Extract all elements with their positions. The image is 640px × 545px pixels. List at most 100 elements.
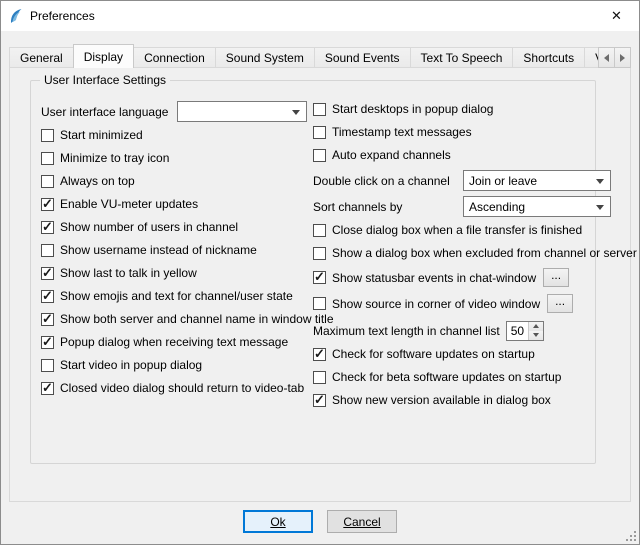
desktops-popup-checkbox[interactable] xyxy=(313,103,326,116)
cancel-button[interactable]: Cancel xyxy=(327,510,397,533)
app-logo-icon xyxy=(8,8,24,24)
tab-scroller xyxy=(599,47,631,68)
timestamp-checkbox[interactable] xyxy=(313,126,326,139)
language-row: User interface language xyxy=(41,101,334,122)
max-text-length-spinbox[interactable]: 50 xyxy=(506,321,544,341)
window-title-checkbox[interactable] xyxy=(41,313,54,326)
always-on-top-checkbox[interactable] xyxy=(41,175,54,188)
window-title: Preferences xyxy=(30,9,95,23)
tab-text-to-speech[interactable]: Text To Speech xyxy=(410,47,514,68)
updates-checkbox[interactable] xyxy=(313,348,326,361)
checkbox-row[interactable]: Show new version available in dialog box xyxy=(313,392,637,408)
tab-sound-events[interactable]: Sound Events xyxy=(314,47,411,68)
checkbox-row[interactable]: Start desktops in popup dialog xyxy=(313,101,637,117)
preferences-dialog: Preferences ✕ General Display Connection… xyxy=(0,0,640,545)
sort-channels-combobox[interactable]: Ascending xyxy=(463,196,611,217)
checkbox-row[interactable]: Start video in popup dialog xyxy=(41,357,334,373)
auto-expand-checkbox[interactable] xyxy=(313,149,326,162)
language-label: User interface language xyxy=(41,105,177,119)
checkbox-row[interactable]: Closed video dialog should return to vid… xyxy=(41,380,334,396)
max-text-length-row: Maximum text length in channel list 50 xyxy=(313,320,637,341)
checkbox-row[interactable]: Show emojis and text for channel/user st… xyxy=(41,288,334,304)
start-minimized-checkbox[interactable] xyxy=(41,129,54,142)
checkbox-row[interactable]: Close dialog box when a file transfer is… xyxy=(313,222,637,238)
tab-general[interactable]: General xyxy=(9,47,74,68)
excluded-dialog-checkbox[interactable] xyxy=(313,247,326,260)
chevron-down-icon xyxy=(596,179,604,184)
new-version-checkbox[interactable] xyxy=(313,394,326,407)
checkbox-row[interactable]: Enable VU-meter updates xyxy=(41,196,334,212)
last-to-talk-checkbox[interactable] xyxy=(41,267,54,280)
minimize-to-tray-checkbox[interactable] xyxy=(41,152,54,165)
tab-bar: General Display Connection Sound System … xyxy=(9,44,631,68)
spin-buttons xyxy=(528,322,543,340)
arrow-left-icon xyxy=(604,54,609,62)
statusbar-events-row: Show statusbar events in chat-window ... xyxy=(313,268,637,287)
double-click-label: Double click on a channel xyxy=(313,174,463,188)
arrow-down-icon xyxy=(533,333,539,337)
language-combobox[interactable] xyxy=(177,101,307,122)
tab-sound-system[interactable]: Sound System xyxy=(215,47,315,68)
ok-button[interactable]: Ok xyxy=(243,510,313,533)
left-column: User interface language Start minimized … xyxy=(41,101,334,403)
emojis-checkbox[interactable] xyxy=(41,290,54,303)
checkbox-row[interactable]: Minimize to tray icon xyxy=(41,150,334,166)
checkbox-row[interactable]: Popup dialog when receiving text message xyxy=(41,334,334,350)
beta-updates-checkbox[interactable] xyxy=(313,371,326,384)
spin-up-button[interactable] xyxy=(529,322,543,331)
sort-channels-label: Sort channels by xyxy=(313,200,463,214)
dialog-buttons: Ok Cancel xyxy=(1,510,639,533)
checkbox-row[interactable]: Show number of users in channel xyxy=(41,219,334,235)
checkbox-row[interactable]: Check for beta software updates on start… xyxy=(313,369,637,385)
right-column: Start desktops in popup dialog Timestamp… xyxy=(313,101,637,415)
tab-display[interactable]: Display xyxy=(73,44,134,68)
checkbox-row[interactable]: Auto expand channels xyxy=(313,147,637,163)
video-source-options-button[interactable]: ... xyxy=(547,294,573,313)
max-text-length-value: 50 xyxy=(507,324,528,338)
tab-scroll-left-button[interactable] xyxy=(598,47,615,68)
title-bar[interactable]: Preferences ✕ xyxy=(1,1,639,31)
checkbox-row[interactable]: Show last to talk in yellow xyxy=(41,265,334,281)
arrow-right-icon xyxy=(620,54,625,62)
resize-grip[interactable] xyxy=(624,529,637,542)
checkbox-row[interactable]: Show a dialog box when excluded from cha… xyxy=(313,245,637,261)
video-source-checkbox[interactable] xyxy=(313,297,326,310)
close-button[interactable]: ✕ xyxy=(594,1,639,30)
checkbox-row[interactable]: Always on top xyxy=(41,173,334,189)
sort-channels-value: Ascending xyxy=(469,200,525,214)
checkbox-row[interactable]: Show username instead of nickname xyxy=(41,242,334,258)
spin-down-button[interactable] xyxy=(529,331,543,340)
display-tab-pane: User Interface Settings User interface l… xyxy=(9,67,631,502)
chevron-down-icon xyxy=(292,110,300,115)
max-text-length-label: Maximum text length in channel list xyxy=(313,324,500,338)
group-title: User Interface Settings xyxy=(40,73,170,87)
checkbox-row[interactable]: Show both server and channel name in win… xyxy=(41,311,334,327)
sort-channels-row: Sort channels by Ascending xyxy=(313,196,637,217)
checkbox-row[interactable]: Check for software updates on startup xyxy=(313,346,637,362)
statusbar-events-checkbox[interactable] xyxy=(313,271,326,284)
ellipsis-icon: ... xyxy=(555,297,565,305)
tab-shortcuts[interactable]: Shortcuts xyxy=(512,47,585,68)
checkbox-row[interactable]: Timestamp text messages xyxy=(313,124,637,140)
tab-strip: General Display Connection Sound System … xyxy=(9,44,605,68)
file-transfer-close-checkbox[interactable] xyxy=(313,224,326,237)
tab-scroll-right-button[interactable] xyxy=(614,47,631,68)
tab-connection[interactable]: Connection xyxy=(133,47,216,68)
arrow-up-icon xyxy=(533,324,539,328)
ellipsis-icon: ... xyxy=(551,271,561,279)
statusbar-events-options-button[interactable]: ... xyxy=(543,268,569,287)
checkbox-row[interactable]: Start minimized xyxy=(41,127,334,143)
chevron-down-icon xyxy=(596,205,604,210)
video-return-tab-checkbox[interactable] xyxy=(41,382,54,395)
show-username-checkbox[interactable] xyxy=(41,244,54,257)
close-icon: ✕ xyxy=(611,8,622,24)
double-click-value: Join or leave xyxy=(469,174,537,188)
user-interface-settings-group: User Interface Settings User interface l… xyxy=(30,80,596,464)
show-user-count-checkbox[interactable] xyxy=(41,221,54,234)
video-source-row: Show source in corner of video window ..… xyxy=(313,294,637,313)
double-click-combobox[interactable]: Join or leave xyxy=(463,170,611,191)
popup-text-message-checkbox[interactable] xyxy=(41,336,54,349)
video-popup-checkbox[interactable] xyxy=(41,359,54,372)
vu-meter-checkbox[interactable] xyxy=(41,198,54,211)
double-click-row: Double click on a channel Join or leave xyxy=(313,170,637,191)
